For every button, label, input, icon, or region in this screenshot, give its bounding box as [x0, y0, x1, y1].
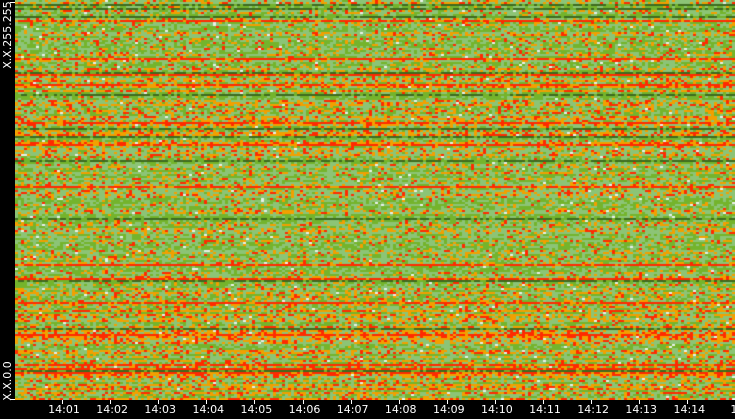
heatmap-canvas	[15, 0, 735, 400]
y-label-top: X.X.255.255	[1, 1, 14, 69]
x-tick-label: 14:12	[577, 403, 609, 416]
x-tick-label: 14:03	[144, 403, 177, 416]
x-tick-label: 14:14	[673, 403, 706, 416]
y-label-bottom: X.X.0.0	[1, 361, 14, 401]
x-tick-label: 14:06	[288, 403, 321, 416]
x-tick-label: 14:02	[96, 403, 128, 416]
x-tick-label: 14:08	[384, 403, 417, 416]
x-tick-label: 14:04	[192, 403, 225, 416]
x-tick-label: 14:01	[48, 403, 80, 416]
x-tick-label: 14:13	[625, 403, 658, 416]
y-tick-bottom	[10, 399, 15, 400]
x-tick-label: 14:05	[240, 403, 273, 416]
x-tick-label: 14:11	[529, 403, 561, 416]
y-tick-top	[10, 2, 15, 3]
x-tick-label: 14:10	[481, 403, 513, 416]
x-tick-label: 14	[730, 403, 735, 416]
x-tick-label: 14:09	[432, 403, 465, 416]
x-tick-label: 14:07	[336, 403, 369, 416]
